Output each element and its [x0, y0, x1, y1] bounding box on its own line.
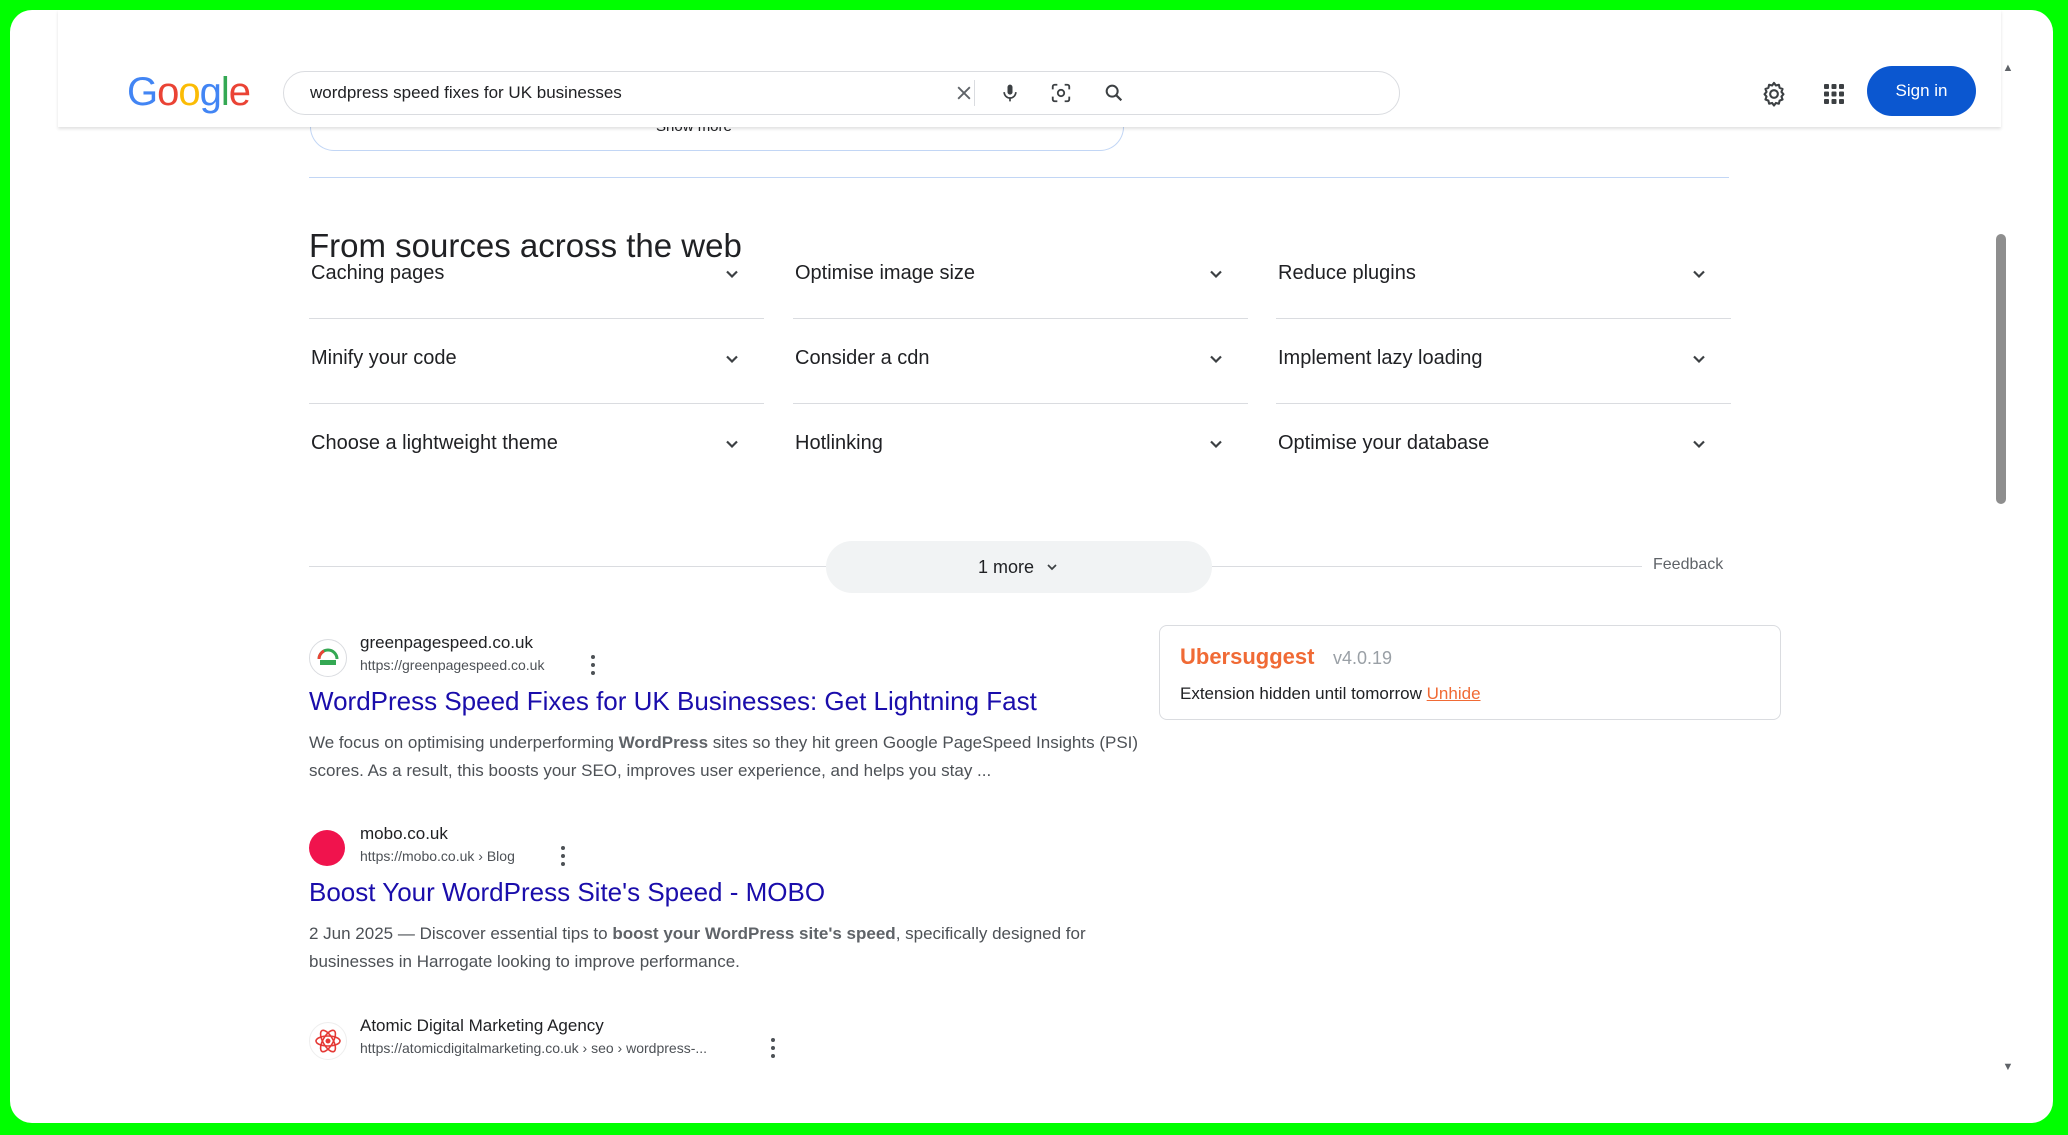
accordion-item[interactable]: Choose a lightweight theme	[309, 404, 764, 488]
chevron-down-icon	[1210, 355, 1222, 364]
chevron-down-icon	[1047, 564, 1057, 571]
result-title-link[interactable]: WordPress Speed Fixes for UK Businesses:…	[309, 686, 1037, 717]
more-label: 1 more	[977, 556, 1035, 577]
result-snippet: We focus on optimising underperforming W…	[309, 733, 1139, 780]
accordion-item-label: Choose a lightweight theme	[311, 432, 558, 454]
more-options-icon[interactable]	[769, 1038, 777, 1058]
scroll-down-arrow-icon[interactable]: ▼	[2001, 1061, 2015, 1075]
feedback-link[interactable]: Feedback	[1653, 556, 1723, 574]
atomic-favicon-icon[interactable]	[309, 1022, 347, 1060]
more-options-icon[interactable]	[589, 655, 597, 675]
ubersuggest-panel: Ubersuggest v4.0.19 Extension hidden unt…	[1159, 625, 1781, 720]
more-divider-left	[309, 566, 826, 567]
scroll-up-arrow-icon[interactable]: ▲	[2001, 62, 2015, 76]
ubersuggest-version: v4.0.19	[1333, 648, 1393, 668]
accordion-item[interactable]: Minify your code	[309, 319, 764, 404]
accordion-item-label: Minify your code	[311, 347, 457, 369]
search-box[interactable]: wordpress speed fixes for UK businesses	[283, 71, 1400, 115]
sign-in-button[interactable]: Sign in	[1867, 66, 1976, 116]
search-input[interactable]: wordpress speed fixes for UK businesses	[310, 83, 622, 103]
mobo-favicon-icon[interactable]	[309, 830, 345, 866]
chevron-down-icon	[1210, 440, 1222, 449]
ubersuggest-message: Extension hidden until tomorrow Unhide	[1180, 684, 1481, 704]
chevron-down-icon	[1693, 270, 1705, 279]
accordion-item-label: Reduce plugins	[1278, 262, 1416, 284]
microphone-icon[interactable]	[996, 79, 1024, 107]
more-divider-right	[1212, 566, 1642, 567]
chevron-down-icon	[1210, 270, 1222, 279]
show-more-topics-button[interactable]: 1 more	[826, 541, 1212, 593]
accordion-item[interactable]: Hotlinking	[793, 404, 1248, 488]
section-divider	[309, 177, 1729, 178]
result-site-name[interactable]: Atomic Digital Marketing Agency	[360, 1016, 604, 1036]
accordion-item[interactable]: Consider a cdn	[793, 319, 1248, 404]
accordion-item[interactable]: Reduce plugins	[1276, 234, 1731, 319]
greenpagespeed-favicon-icon[interactable]	[309, 639, 347, 677]
settings-gear-icon[interactable]	[1758, 78, 1790, 110]
ubersuggest-logo: Ubersuggest	[1180, 644, 1315, 669]
result-site-name[interactable]: mobo.co.uk	[360, 824, 448, 844]
accordion-item[interactable]: Implement lazy loading	[1276, 319, 1731, 404]
chevron-down-icon	[726, 440, 738, 449]
chevron-down-icon	[1693, 355, 1705, 364]
search-icon[interactable]	[1100, 79, 1128, 107]
accordion-item-label: Hotlinking	[795, 432, 883, 454]
chevron-down-icon	[726, 355, 738, 364]
chevron-down-icon	[1693, 440, 1705, 449]
accordion-item[interactable]: Optimise image size	[793, 234, 1248, 319]
apps-grid-icon[interactable]	[1818, 78, 1850, 110]
search-divider	[974, 80, 975, 106]
result-title-link[interactable]: Boost Your WordPress Site's Speed - MOBO	[309, 877, 825, 908]
top-header: Google wordpress speed fixes for UK busi…	[58, 10, 2001, 127]
result-url[interactable]: https://mobo.co.uk › Blog	[360, 848, 515, 864]
more-options-icon[interactable]	[559, 846, 567, 866]
google-logo[interactable]: Google	[127, 70, 251, 115]
accordion-item-label: Optimise image size	[795, 262, 976, 284]
accordion-item-label: Optimise your database	[1278, 432, 1490, 454]
scrollbar-thumb[interactable]	[1996, 234, 2006, 504]
accordion-item[interactable]: Caching pages	[309, 234, 764, 319]
camera-lens-icon[interactable]	[1047, 79, 1075, 107]
result-url[interactable]: https://greenpagespeed.co.uk	[360, 657, 544, 673]
unhide-link[interactable]: Unhide	[1427, 684, 1481, 703]
browser-viewport: Show more Google wordpress speed fixes f…	[10, 10, 2053, 1123]
accordion-item[interactable]: Optimise your database	[1276, 404, 1731, 488]
chevron-down-icon	[726, 270, 738, 279]
ubersuggest-message-text: Extension hidden until tomorrow	[1180, 684, 1422, 703]
accordion-item-label: Consider a cdn	[795, 347, 930, 369]
result-url[interactable]: https://atomicdigitalmarketing.co.uk › s…	[360, 1040, 707, 1056]
accordion-item-label: Implement lazy loading	[1278, 347, 1483, 369]
accordion-item-label: Caching pages	[311, 262, 445, 284]
result-site-name[interactable]: greenpagespeed.co.uk	[360, 633, 533, 653]
result-snippet: 2 Jun 2025 — Discover essential tips to …	[309, 924, 1086, 971]
